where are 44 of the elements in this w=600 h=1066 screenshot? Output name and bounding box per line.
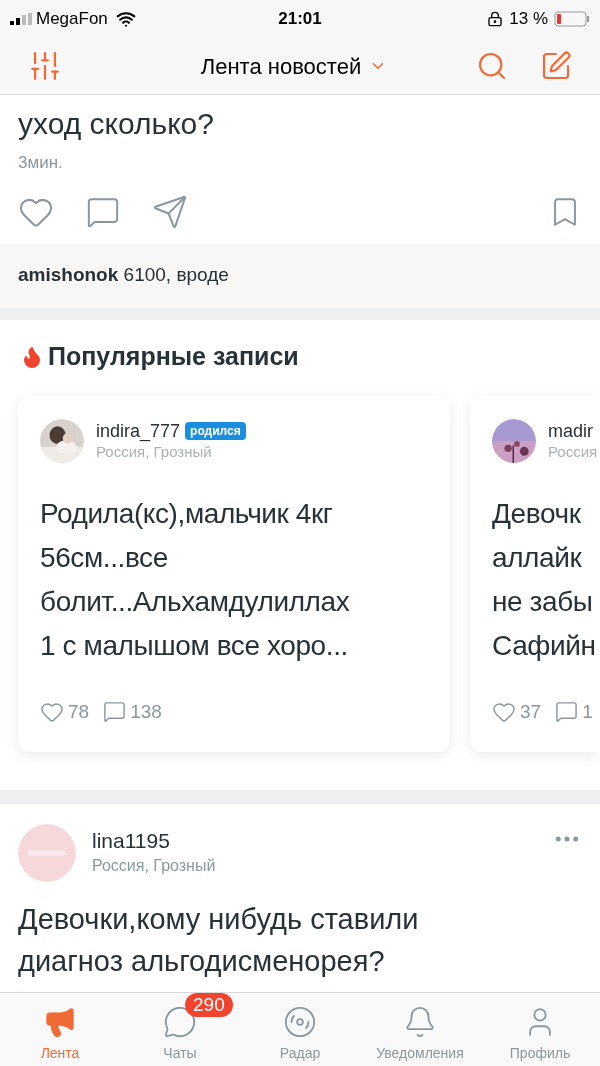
post-text-line: Девочк xyxy=(492,496,581,531)
tab-item[interactable]: 290 Чаты xyxy=(120,993,240,1066)
comment-preview: amishonok 6100, вроде xyxy=(0,243,600,308)
megaphone-icon xyxy=(43,1005,77,1039)
post-time: 3мин. xyxy=(18,152,64,174)
clock-time: 21:01 xyxy=(278,8,322,31)
post-text-line: 56см...все xyxy=(40,540,168,575)
compose-icon[interactable] xyxy=(540,50,572,82)
wifi-icon xyxy=(115,9,136,29)
post-title: уход сколько? xyxy=(18,106,215,142)
comment-icon[interactable] xyxy=(103,700,127,724)
comment-icon[interactable] xyxy=(555,700,579,724)
post-text-line: не забы xyxy=(492,584,593,619)
location-text: Россия, Грозный xyxy=(96,442,213,462)
username[interactable]: madir xyxy=(548,419,593,442)
section-heading: Популярные записи xyxy=(48,340,299,372)
carrier-name: MegaFon xyxy=(36,8,108,31)
username[interactable]: lina1195 xyxy=(92,828,536,854)
unread-badge: 290 xyxy=(185,993,233,1017)
like-count: 37 xyxy=(520,699,542,724)
location-text: Россия xyxy=(548,441,598,462)
radar-icon xyxy=(283,1005,317,1039)
battery-icon xyxy=(554,11,590,27)
post-text-line: аллайк xyxy=(492,540,582,575)
post-text-line: Родила(кс),мальчик 4кг xyxy=(40,496,333,531)
feed-title[interactable]: Лента новостей xyxy=(200,49,362,83)
filter-icon[interactable] xyxy=(28,49,62,83)
search-icon[interactable] xyxy=(476,50,508,82)
comment-count: 138 xyxy=(130,699,162,724)
like-count: 78 xyxy=(68,699,90,724)
signal-icon xyxy=(10,13,32,25)
post-card[interactable]: madir Россия Девочк аллайк не забы Сафийн 37 1 xyxy=(470,395,600,752)
post-text-line: 1 с малышом все хоро... xyxy=(40,628,348,663)
share-icon[interactable] xyxy=(152,193,188,230)
battery-percent: 13 % xyxy=(509,8,548,31)
status-badge: родился xyxy=(185,421,246,440)
post-text-line: Сафийн xyxy=(492,628,596,663)
bell-icon xyxy=(403,1005,437,1039)
comment-count: 1 xyxy=(582,699,593,724)
username[interactable]: indira_777 xyxy=(96,419,181,442)
post-text-line: болит...Альхамдулиллах xyxy=(40,584,350,619)
post-text: Девочки,кому нибудь ставили диагноз альгодисменорея? xyxy=(18,902,420,979)
post-card[interactable]: indira_777 родился Россия, Грозный Родила(кс),мальчик 4кг 56см...все болит...Альхамдулиллах 1 с малышом все хоро... 78 138 xyxy=(18,395,450,752)
location-text: Россия, Грозный xyxy=(92,856,217,876)
